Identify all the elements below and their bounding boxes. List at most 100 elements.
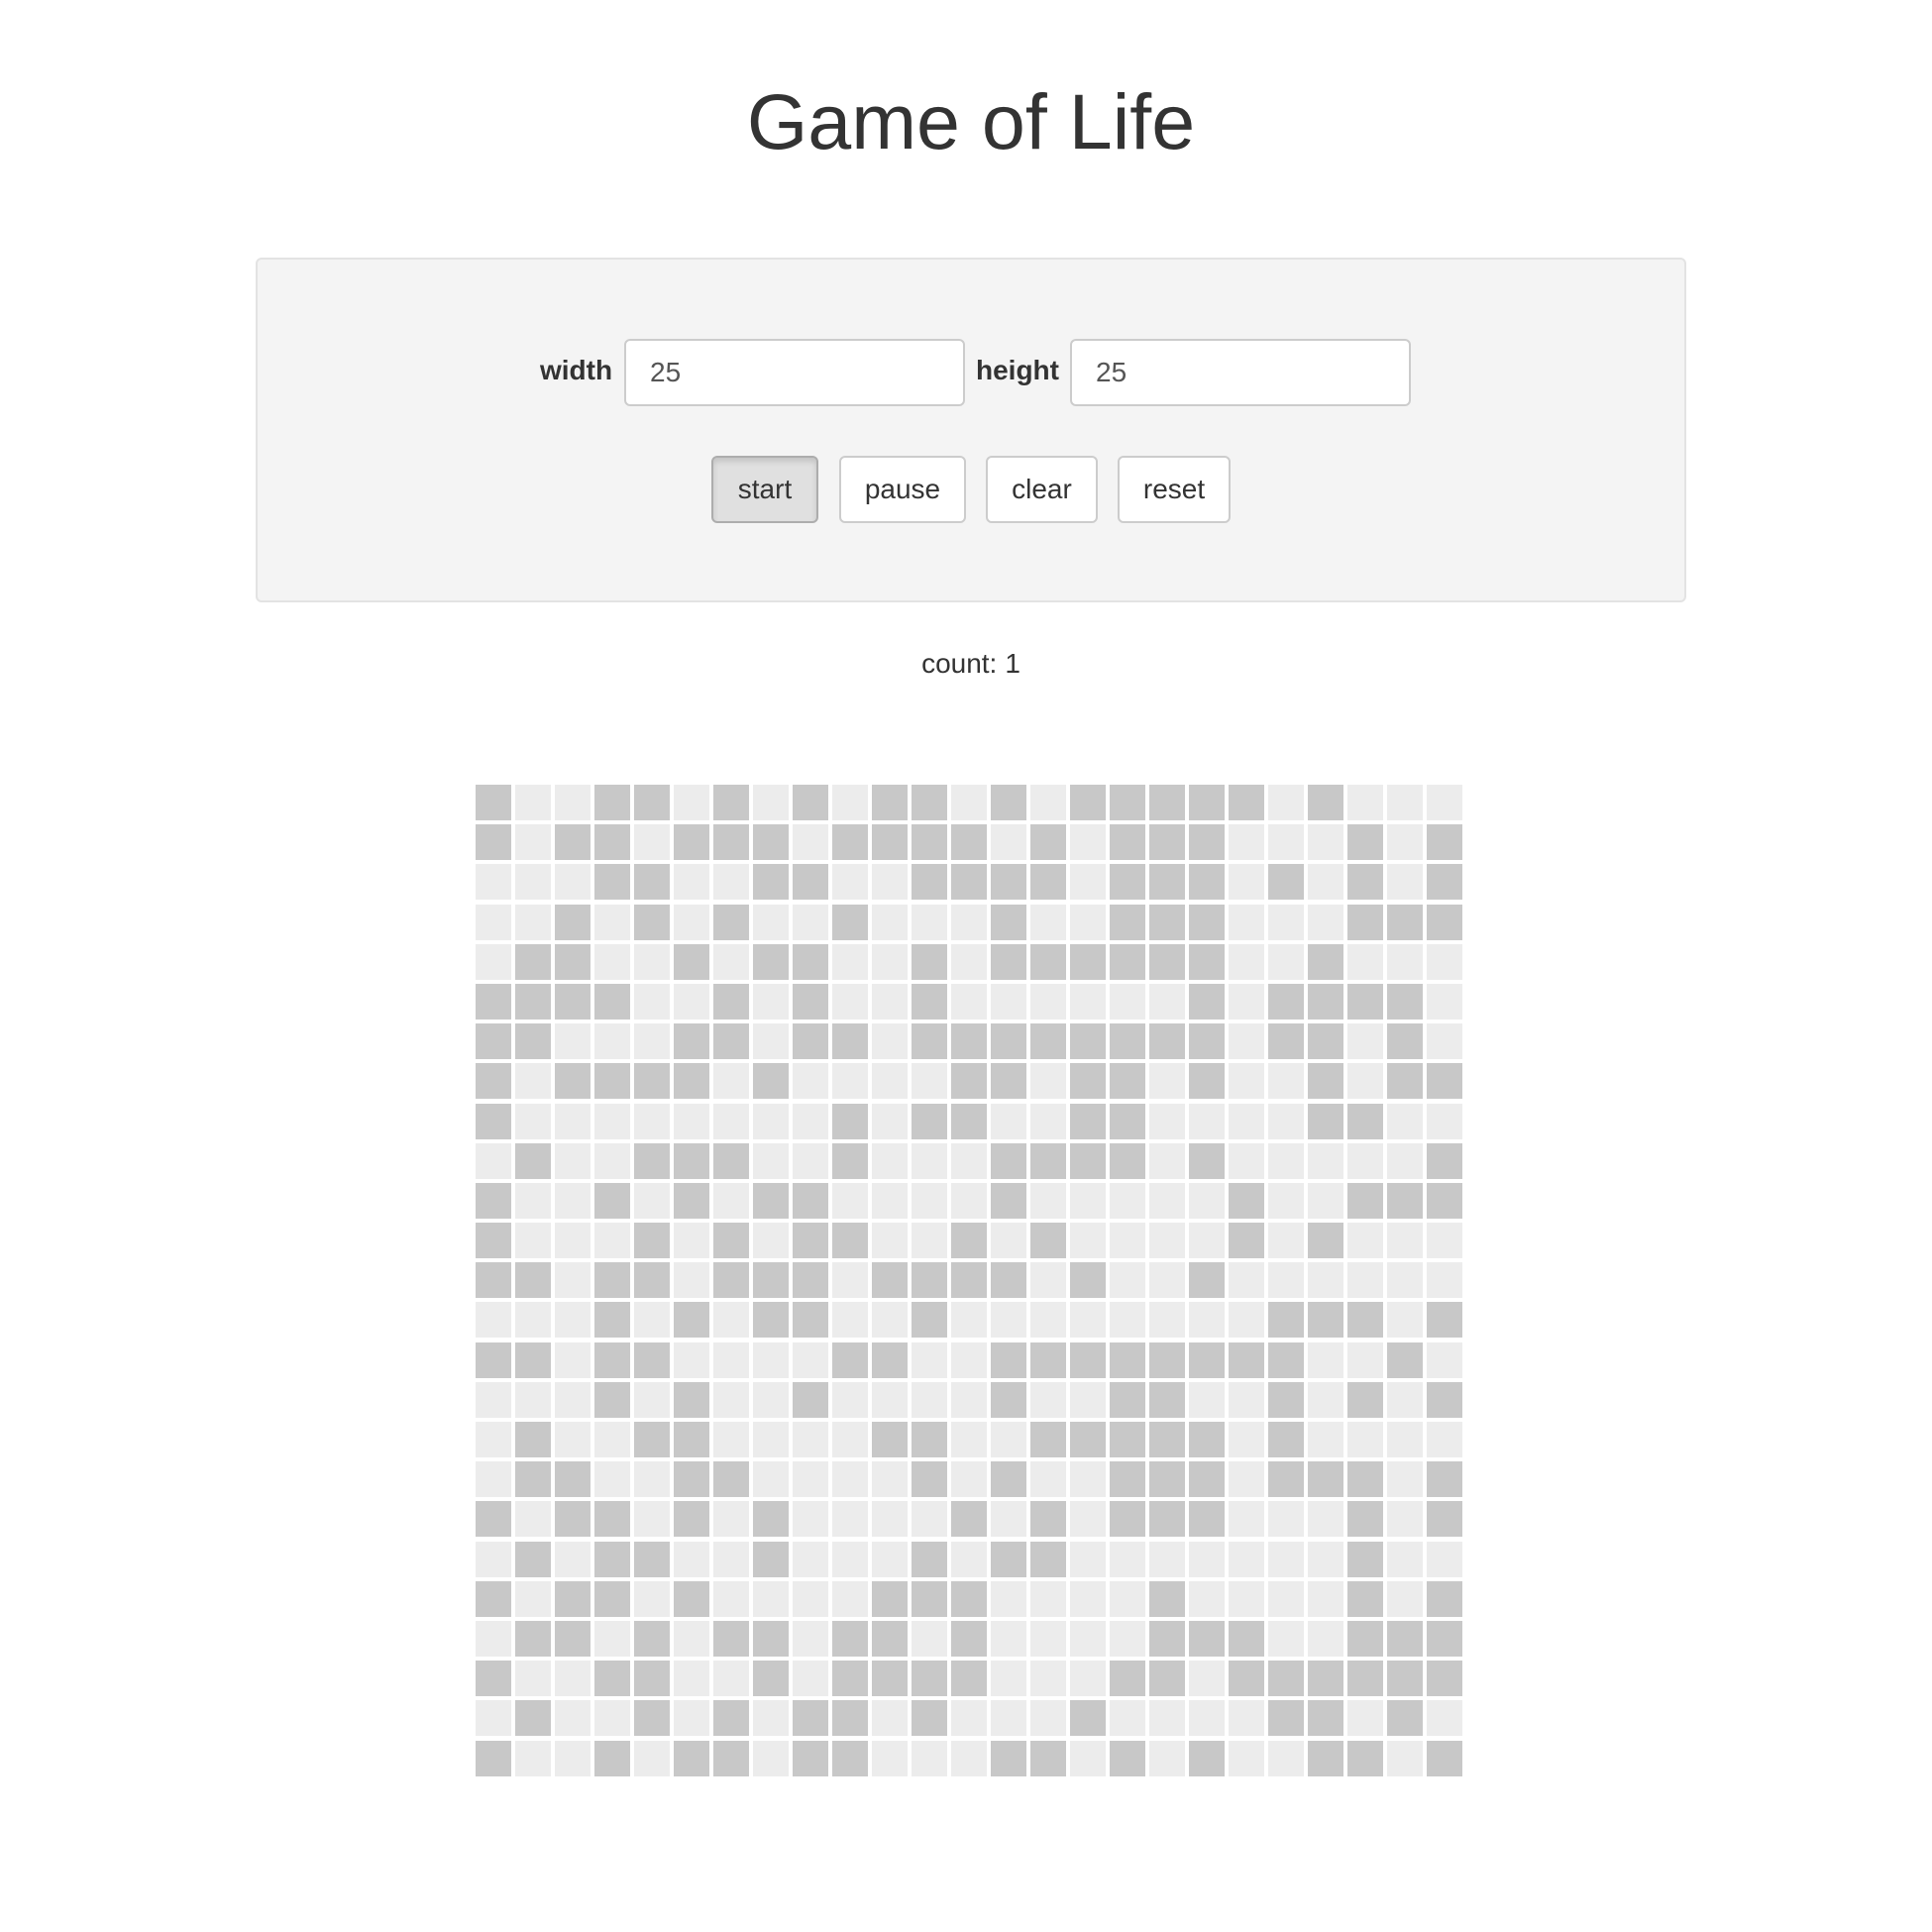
- board-cell[interactable]: [555, 1103, 590, 1139]
- board-cell[interactable]: [634, 864, 670, 901]
- board-cell[interactable]: [476, 1620, 511, 1657]
- board-cell[interactable]: [1070, 1422, 1106, 1457]
- board-cell[interactable]: [674, 1461, 709, 1498]
- board-cell[interactable]: [951, 1740, 987, 1776]
- board-cell[interactable]: [674, 1023, 709, 1060]
- board-cell[interactable]: [1189, 1103, 1225, 1139]
- board-cell[interactable]: [1268, 1461, 1304, 1498]
- board-cell[interactable]: [1189, 864, 1225, 901]
- board-cell[interactable]: [1030, 1700, 1066, 1737]
- board-cell[interactable]: [476, 1541, 511, 1577]
- board-cell[interactable]: [1030, 1740, 1066, 1776]
- board-cell[interactable]: [1308, 1661, 1343, 1697]
- board-cell[interactable]: [1347, 1342, 1383, 1378]
- board-cell[interactable]: [555, 1342, 590, 1378]
- board-cell[interactable]: [912, 983, 947, 1020]
- board-cell[interactable]: [793, 1223, 828, 1259]
- board-cell[interactable]: [951, 1223, 987, 1259]
- board-cell[interactable]: [515, 1302, 551, 1339]
- board-cell[interactable]: [594, 1342, 630, 1378]
- board-cell[interactable]: [1110, 1381, 1145, 1418]
- board-cell[interactable]: [634, 824, 670, 861]
- board-cell[interactable]: [594, 1740, 630, 1776]
- board-cell[interactable]: [951, 1461, 987, 1498]
- board-cell[interactable]: [1308, 1541, 1343, 1577]
- board-cell[interactable]: [1189, 1302, 1225, 1339]
- board-cell[interactable]: [753, 824, 789, 861]
- board-cell[interactable]: [1189, 1182, 1225, 1219]
- board-cell[interactable]: [476, 1501, 511, 1538]
- board-cell[interactable]: [1268, 1223, 1304, 1259]
- board-cell[interactable]: [1189, 1422, 1225, 1457]
- board-cell[interactable]: [1229, 1661, 1264, 1697]
- board-cell[interactable]: [912, 1182, 947, 1219]
- board-cell[interactable]: [713, 824, 749, 861]
- board-cell[interactable]: [1149, 1461, 1185, 1498]
- board-cell[interactable]: [594, 943, 630, 980]
- board-cell[interactable]: [476, 983, 511, 1020]
- board-cell[interactable]: [912, 1501, 947, 1538]
- board-cell[interactable]: [872, 1381, 908, 1418]
- board-cell[interactable]: [634, 1620, 670, 1657]
- board-cell[interactable]: [555, 864, 590, 901]
- board-cell[interactable]: [832, 1461, 868, 1498]
- board-cell[interactable]: [594, 864, 630, 901]
- board-cell[interactable]: [753, 1302, 789, 1339]
- board-cell[interactable]: [753, 1501, 789, 1538]
- board-cell[interactable]: [713, 1381, 749, 1418]
- board-cell[interactable]: [555, 1023, 590, 1060]
- board-cell[interactable]: [1030, 864, 1066, 901]
- board-cell[interactable]: [713, 1740, 749, 1776]
- board-cell[interactable]: [1308, 943, 1343, 980]
- board-cell[interactable]: [1308, 1381, 1343, 1418]
- board-cell[interactable]: [793, 864, 828, 901]
- board-cell[interactable]: [1030, 943, 1066, 980]
- board-cell[interactable]: [832, 1223, 868, 1259]
- board-cell[interactable]: [1149, 1223, 1185, 1259]
- board-cell[interactable]: [991, 824, 1026, 861]
- board-cell[interactable]: [476, 1461, 511, 1498]
- board-cell[interactable]: [1347, 1740, 1383, 1776]
- board-cell[interactable]: [515, 1063, 551, 1100]
- board-cell[interactable]: [1110, 1342, 1145, 1378]
- board-cell[interactable]: [951, 785, 987, 820]
- board-cell[interactable]: [872, 785, 908, 820]
- board-cell[interactable]: [1427, 1620, 1462, 1657]
- board-cell[interactable]: [951, 1342, 987, 1378]
- board-cell[interactable]: [634, 1580, 670, 1617]
- board-cell[interactable]: [1070, 1302, 1106, 1339]
- board-cell[interactable]: [951, 1063, 987, 1100]
- board-cell[interactable]: [753, 1223, 789, 1259]
- board-cell[interactable]: [872, 1223, 908, 1259]
- board-cell[interactable]: [634, 1063, 670, 1100]
- board-cell[interactable]: [713, 1182, 749, 1219]
- board-cell[interactable]: [1427, 1740, 1462, 1776]
- board-cell[interactable]: [594, 1501, 630, 1538]
- board-cell[interactable]: [634, 1461, 670, 1498]
- board-cell[interactable]: [1110, 785, 1145, 820]
- board-cell[interactable]: [674, 1422, 709, 1457]
- board-cell[interactable]: [1070, 1063, 1106, 1100]
- board-cell[interactable]: [793, 1661, 828, 1697]
- board-cell[interactable]: [1387, 785, 1423, 820]
- board-cell[interactable]: [793, 785, 828, 820]
- board-cell[interactable]: [555, 824, 590, 861]
- board-cell[interactable]: [555, 1661, 590, 1697]
- board-cell[interactable]: [634, 1302, 670, 1339]
- board-cell[interactable]: [1347, 1142, 1383, 1179]
- board-cell[interactable]: [1070, 1023, 1106, 1060]
- board-cell[interactable]: [515, 824, 551, 861]
- board-cell[interactable]: [1149, 785, 1185, 820]
- board-cell[interactable]: [1189, 1262, 1225, 1299]
- board-cell[interactable]: [912, 1661, 947, 1697]
- board-cell[interactable]: [1229, 1223, 1264, 1259]
- board-cell[interactable]: [1070, 785, 1106, 820]
- board-cell[interactable]: [1427, 983, 1462, 1020]
- board-cell[interactable]: [793, 1580, 828, 1617]
- board-cell[interactable]: [1229, 1381, 1264, 1418]
- board-cell[interactable]: [793, 904, 828, 940]
- board-cell[interactable]: [1229, 1142, 1264, 1179]
- board-cell[interactable]: [872, 1262, 908, 1299]
- board-cell[interactable]: [1387, 1740, 1423, 1776]
- board-cell[interactable]: [1030, 1302, 1066, 1339]
